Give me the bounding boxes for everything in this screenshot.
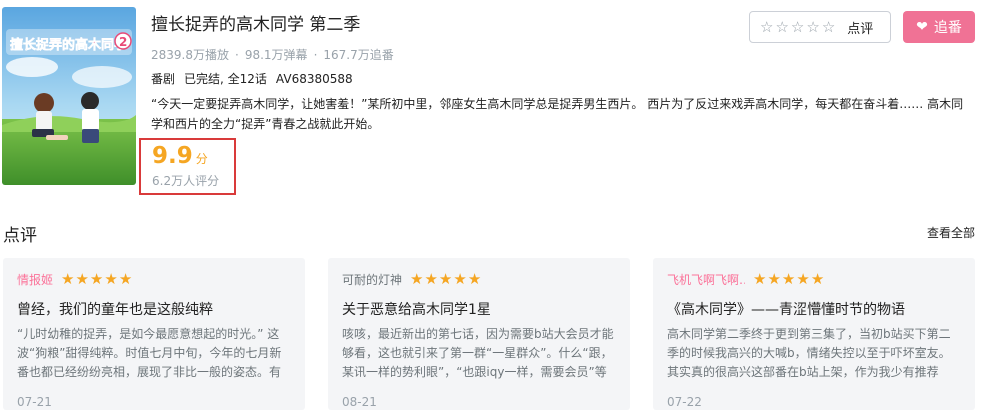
score-value: 9.9 (152, 143, 193, 169)
star-filled-icon: ★ (810, 270, 825, 288)
review-button-label: 点评 (847, 21, 874, 37)
star-outline-icon[interactable]: ☆ (806, 18, 819, 36)
anime-cover[interactable]: 擅长捉弄的高木同学 2 (2, 7, 136, 185)
anime-status: 已完结, 全12话 (184, 72, 267, 86)
av-number[interactable]: AV68380588 (276, 72, 353, 86)
danmaku-count: 98.1万弹幕 (244, 48, 308, 62)
star-filled-icon: ★ (61, 270, 75, 288)
star-outline-icon[interactable]: ☆ (760, 18, 773, 36)
reviews-section-title: 点评 (3, 226, 37, 246)
cover-image: 擅长捉弄的高木同学 2 (2, 7, 136, 185)
star-filled-icon: ★ (118, 270, 133, 288)
rating-score: 9.9 分 (152, 143, 208, 169)
review-star-rating: ★ ★ ★ ★ ★ (753, 271, 824, 287)
review-username[interactable]: 可耐的灯神 (342, 271, 402, 288)
review-date: 07-22 (667, 395, 702, 409)
review-excerpt: “儿时幼稚的捉弄，是如今最愿意想起的时光。” 这波“狗粮”甜得纯粹。时值七月中旬… (17, 327, 282, 379)
follow-button[interactable]: ❤ 追番 (903, 11, 975, 43)
follow-button-label: 追番 (933, 20, 962, 36)
star-filled-icon: ★ (467, 270, 482, 288)
star-filled-icon: ★ (89, 270, 104, 288)
star-outline-icon[interactable]: ☆ (822, 18, 835, 36)
rating-highlight-box: 9.9 分 6.2万人评分 (139, 138, 236, 195)
star-filled-icon: ★ (453, 270, 467, 288)
write-review-button[interactable]: ☆ ☆ ☆ ☆ ☆ 点评 (749, 11, 891, 43)
star-filled-icon: ★ (767, 270, 781, 288)
review-star-rating: ★ ★ ★ ★ ★ (61, 271, 132, 287)
review-title[interactable]: 关于恶意给高木同学1星 (342, 299, 616, 319)
empty-star-rating[interactable]: ☆ ☆ ☆ ☆ ☆ (760, 18, 835, 36)
star-filled-icon: ★ (75, 270, 89, 288)
review-card[interactable]: 飞机飞啊飞啊… ★ ★ ★ ★ ★ 《高木同学》——青涩懵懂时节的物语 高木同学第二季终… (653, 258, 975, 410)
separator-dot: · (235, 48, 239, 62)
separator-dot: · (313, 48, 318, 62)
review-excerpt: 高木同学第二季终于更到第三集了，当初b站买下第二季的时候我高兴的大喊b，情绪失控… (667, 327, 951, 379)
review-username[interactable]: 情报姬 (17, 271, 53, 288)
star-filled-icon: ★ (781, 270, 796, 288)
cover-season-badge: 2 (119, 35, 127, 49)
review-star-rating: ★ ★ ★ ★ ★ (410, 271, 481, 287)
star-filled-icon: ★ (753, 270, 767, 288)
cover-title-text: 擅长捉弄的高木同学 (10, 37, 127, 53)
anime-stats: 2839.8万播放 · 98.1万弹幕 · 167.7万追番 (151, 46, 394, 63)
review-card[interactable]: 可耐的灯神 ★ ★ ★ ★ ★ 关于恶意给高木同学1星 咳咳，最近新出的第七话，因为需要… (328, 258, 630, 410)
star-filled-icon: ★ (438, 270, 453, 288)
review-card[interactable]: 情报姬 ★ ★ ★ ★ ★ 曾经，我们的童年也是这般纯粹 “儿时幼稚的捉弄，是如今最愿意… (3, 258, 305, 410)
star-outline-icon[interactable]: ☆ (791, 18, 804, 36)
star-outline-icon[interactable]: ☆ (775, 18, 788, 36)
star-filled-icon: ★ (796, 270, 810, 288)
play-count: 2839.8万播放 (151, 48, 229, 62)
review-excerpt: 咳咳，最近新出的第七话，因为需要b站大会员才能够看，这也就引来了第一群“一星群众… (342, 327, 614, 379)
follower-count: 167.7万追番 (323, 48, 394, 62)
review-date: 07-21 (17, 395, 52, 409)
heart-icon: ❤ (916, 19, 928, 35)
anime-title[interactable]: 擅长捉弄的高木同学 第二季 (151, 10, 360, 35)
star-filled-icon: ★ (424, 270, 438, 288)
star-filled-icon: ★ (104, 270, 118, 288)
review-date: 08-21 (342, 395, 377, 409)
anime-description: “今天一定要捉弄高木同学，让她害羞！”某所初中里，邻座女生高木同学总是捉弄男生西… (151, 97, 964, 131)
anime-meta: 番剧 已完结, 全12话 AV68380588 (151, 70, 362, 87)
view-all-reviews-link[interactable]: 查看全部 (927, 224, 975, 241)
rating-count: 6.2万人评分 (152, 174, 220, 188)
review-username[interactable]: 飞机飞啊飞啊… (667, 271, 745, 288)
score-unit: 分 (195, 152, 208, 166)
star-filled-icon: ★ (410, 270, 424, 288)
review-title[interactable]: 《高木同学》——青涩懵懂时节的物语 (667, 299, 961, 319)
review-title[interactable]: 曾经，我们的童年也是这般纯粹 (17, 299, 291, 319)
anime-type: 番剧 (151, 72, 176, 86)
